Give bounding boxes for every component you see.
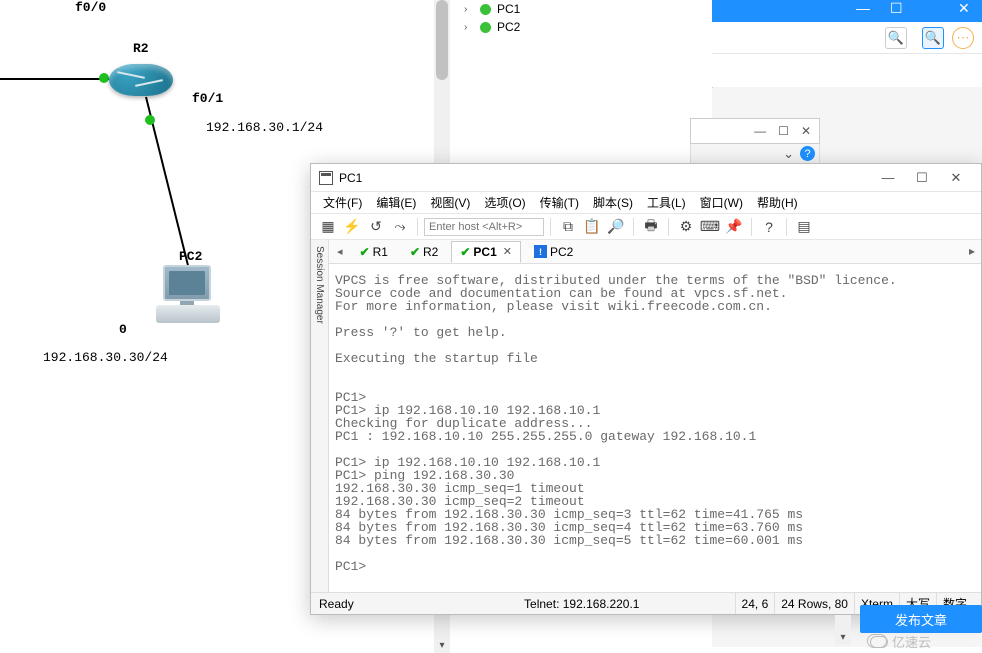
bg-maximize-icon[interactable]: ☐ bbox=[890, 0, 903, 17]
menu-options[interactable]: 选项(O) bbox=[484, 194, 525, 211]
console-output[interactable]: VPCS is free software, distributed under… bbox=[329, 264, 981, 592]
status-dot-icon bbox=[480, 4, 491, 15]
scrollbar-thumb[interactable] bbox=[436, 0, 448, 80]
tab-label: PC1 bbox=[473, 245, 496, 259]
host-input[interactable] bbox=[424, 218, 544, 236]
tab-r2[interactable]: ✔ R2 bbox=[401, 241, 447, 263]
side-vscroll[interactable]: ▾ bbox=[835, 615, 851, 645]
subnet-label: 192.168.30.30/24 bbox=[43, 350, 168, 365]
back-maximize-icon[interactable]: ☐ bbox=[778, 124, 789, 138]
search-icon[interactable]: 🔍 bbox=[885, 27, 907, 49]
tool-find-icon[interactable]: 🔎 bbox=[605, 217, 627, 237]
close-button[interactable]: ✕ bbox=[939, 170, 973, 186]
tool-paste-icon[interactable]: 📋 bbox=[581, 217, 603, 237]
tab-label: R1 bbox=[373, 245, 388, 259]
scroll-down-icon[interactable]: ▾ bbox=[835, 629, 851, 645]
tab-pc1[interactable]: ✔ PC1 ✕ bbox=[451, 241, 521, 263]
back-window-titlebar: — ☐ ✕ bbox=[690, 118, 820, 144]
tab-label: R2 bbox=[423, 245, 438, 259]
check-icon: ✔ bbox=[410, 245, 420, 259]
warn-icon: ! bbox=[534, 245, 547, 258]
menu-edit[interactable]: 编辑(E) bbox=[376, 194, 416, 211]
menu-script[interactable]: 脚本(S) bbox=[593, 194, 633, 211]
status-dot-icon bbox=[480, 22, 491, 33]
tabs-scroll-right-icon[interactable]: ◂ bbox=[969, 244, 975, 258]
tab-pc2[interactable]: ! PC2 bbox=[525, 241, 582, 263]
status-ready: Ready bbox=[319, 597, 429, 611]
subnet-label: 192.168.30.1/24 bbox=[206, 120, 323, 135]
tool-disconnect-icon[interactable]: ⤳ bbox=[389, 217, 411, 237]
device-row[interactable]: › PC1 bbox=[450, 0, 712, 18]
menu-file[interactable]: 文件(F) bbox=[323, 194, 362, 211]
tool-settings-icon[interactable]: ⚙ bbox=[675, 217, 697, 237]
tool-copy-icon[interactable]: ⧉ bbox=[557, 217, 579, 237]
bg-minimize-icon[interactable]: — bbox=[856, 0, 870, 16]
menu-help[interactable]: 帮助(H) bbox=[757, 194, 798, 211]
tab-r1[interactable]: ✔ R1 bbox=[351, 241, 397, 263]
tool-print-icon[interactable]: 🖶 bbox=[640, 217, 662, 237]
cloud-logo-icon bbox=[870, 636, 888, 648]
link-line bbox=[0, 78, 110, 80]
tool-keyboard-icon[interactable]: ⌨ bbox=[699, 217, 721, 237]
port-label: 0 bbox=[119, 322, 127, 337]
watermark: 亿速云 bbox=[870, 632, 931, 651]
menu-transfer[interactable]: 传输(T) bbox=[540, 194, 579, 211]
status-telnet: Telnet: 192.168.220.1 bbox=[429, 597, 735, 611]
minimize-button[interactable]: — bbox=[871, 170, 905, 185]
check-icon: ✔ bbox=[360, 245, 370, 259]
tool-extra-icon[interactable]: ▤ bbox=[793, 217, 815, 237]
port-status-dot bbox=[99, 73, 109, 83]
more-icon[interactable]: ⋯ bbox=[952, 27, 974, 49]
port-status-dot bbox=[145, 115, 155, 125]
caret-right-icon: › bbox=[464, 22, 474, 33]
terminal-window: PC1 — ☐ ✕ 文件(F) 编辑(E) 视图(V) 选项(O) 传输(T) … bbox=[310, 163, 982, 615]
router-icon[interactable] bbox=[109, 64, 173, 96]
publish-button[interactable]: 发布文章 bbox=[860, 605, 982, 633]
tool-reconnect-icon[interactable]: ↺ bbox=[365, 217, 387, 237]
device-row[interactable]: › PC2 bbox=[450, 18, 712, 36]
help-icon[interactable]: ? bbox=[800, 146, 815, 161]
tab-close-icon[interactable]: ✕ bbox=[503, 245, 512, 258]
maximize-button[interactable]: ☐ bbox=[905, 170, 939, 186]
caret-right-icon: › bbox=[464, 4, 474, 15]
session-manager-tab[interactable]: Session Manager bbox=[311, 240, 329, 592]
tool-connect-icon[interactable]: ▦ bbox=[317, 217, 339, 237]
bg-window-titlebar bbox=[712, 0, 982, 22]
search-active-icon[interactable]: 🔍 bbox=[922, 27, 944, 49]
scroll-down-icon[interactable]: ▾ bbox=[434, 637, 450, 653]
pc-icon[interactable] bbox=[156, 265, 220, 325]
session-tabs: ◂ ✔ R1 ✔ R2 ✔ PC1 ✕ ! PC2 ◂ bbox=[329, 240, 981, 264]
menu-window[interactable]: 窗口(W) bbox=[700, 194, 743, 211]
status-cursor: 24, 6 bbox=[735, 593, 775, 614]
terminal-app-icon bbox=[319, 171, 333, 185]
terminal-menubar: 文件(F) 编辑(E) 视图(V) 选项(O) 传输(T) 脚本(S) 工具(L… bbox=[311, 192, 981, 214]
interface-label: f0/1 bbox=[192, 91, 223, 106]
tool-pin-icon[interactable]: 📌 bbox=[723, 217, 745, 237]
tabs-scroll-left-icon[interactable]: ◂ bbox=[333, 245, 347, 258]
router-label: R2 bbox=[133, 41, 149, 56]
status-size: 24 Rows, 80 bbox=[774, 593, 854, 614]
interface-label: f0/0 bbox=[75, 0, 106, 15]
back-minimize-icon[interactable]: — bbox=[754, 124, 766, 138]
check-icon: ✔ bbox=[460, 245, 470, 259]
chevron-down-icon[interactable]: ⌄ bbox=[783, 146, 794, 162]
device-label: PC1 bbox=[497, 2, 520, 16]
session-manager-label: Session Manager bbox=[314, 246, 325, 324]
bg-close-icon[interactable]: ✕ bbox=[958, 0, 970, 17]
terminal-title: PC1 bbox=[339, 171, 362, 185]
tab-label: PC2 bbox=[550, 245, 573, 259]
pc-label: PC2 bbox=[179, 249, 202, 264]
tool-quick-icon[interactable]: ⚡ bbox=[341, 217, 363, 237]
watermark-text: 亿速云 bbox=[892, 632, 931, 651]
back-close-icon[interactable]: ✕ bbox=[801, 124, 811, 138]
terminal-titlebar[interactable]: PC1 — ☐ ✕ bbox=[311, 164, 981, 192]
back-window-help-bar: ⌄ ? bbox=[690, 144, 820, 164]
menu-tools[interactable]: 工具(L) bbox=[647, 194, 686, 211]
terminal-toolbar: ▦ ⚡ ↺ ⤳ ⧉ 📋 🔎 🖶 ⚙ ⌨ 📌 ? ▤ bbox=[311, 214, 981, 240]
tool-help-icon[interactable]: ? bbox=[758, 217, 780, 237]
device-label: PC2 bbox=[497, 20, 520, 34]
menu-view[interactable]: 视图(V) bbox=[430, 194, 470, 211]
